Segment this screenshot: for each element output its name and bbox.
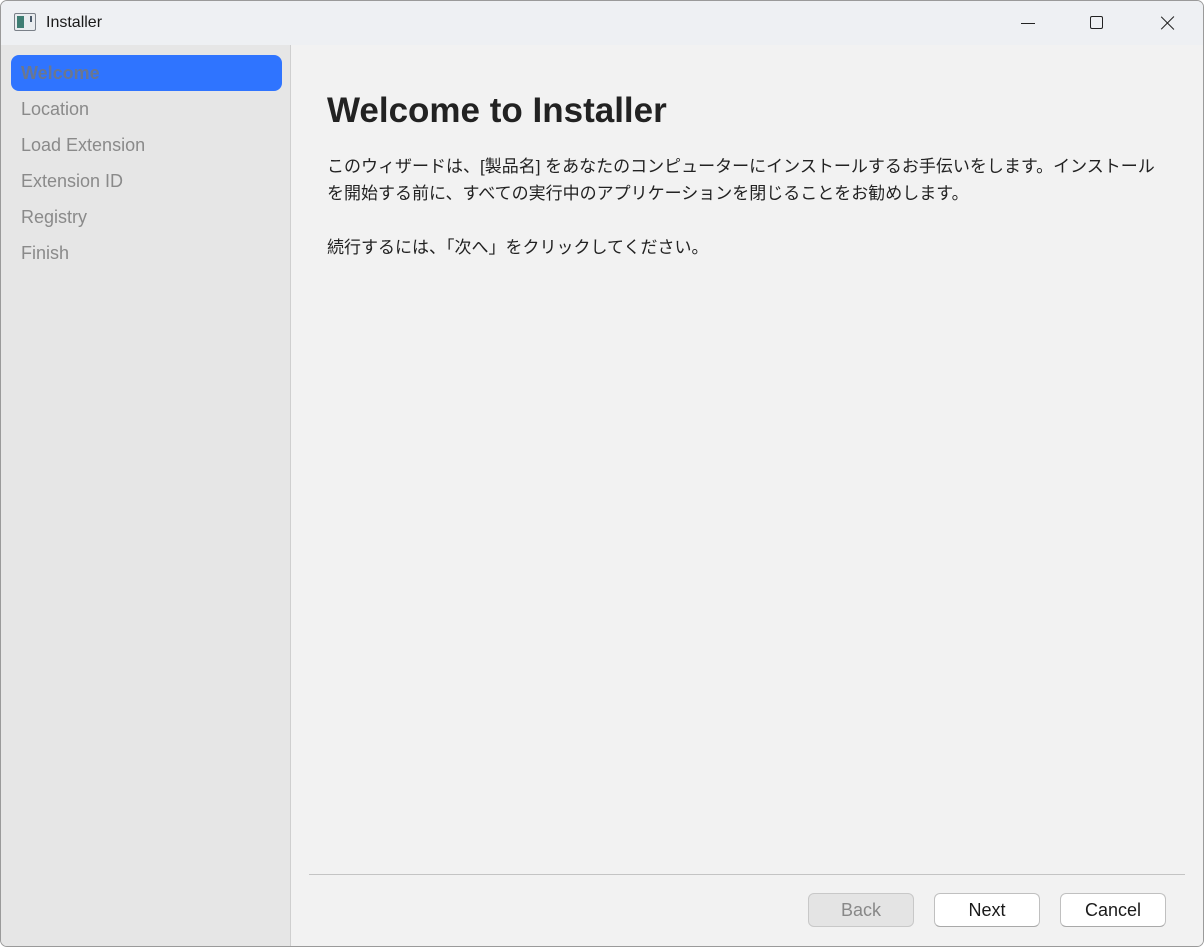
- minimize-icon: [1021, 23, 1035, 24]
- next-button[interactable]: Next: [934, 893, 1040, 927]
- maximize-button[interactable]: [1063, 1, 1133, 45]
- sidebar-item-finish[interactable]: Finish: [11, 235, 282, 271]
- minimize-button[interactable]: [993, 1, 1063, 45]
- intro-paragraph: このウィザードは、[製品名] をあなたのコンピューターにインストールするお手伝い…: [327, 157, 1155, 203]
- page-title: Welcome to Installer: [327, 91, 667, 130]
- installer-app-icon: [14, 13, 36, 31]
- maximize-icon: [1090, 16, 1103, 29]
- installer-window: Installer Welcome Location Load Extensio…: [0, 0, 1204, 947]
- window-title: Installer: [46, 14, 103, 31]
- wizard-steps-sidebar: Welcome Location Load Extension Extensio…: [1, 45, 291, 946]
- sidebar-item-welcome[interactable]: Welcome: [11, 55, 282, 91]
- title-bar[interactable]: Installer: [1, 1, 1203, 45]
- sidebar-item-load-extension[interactable]: Load Extension: [11, 127, 282, 163]
- sidebar-item-location[interactable]: Location: [11, 91, 282, 127]
- sidebar-item-extension-id[interactable]: Extension ID: [11, 163, 282, 199]
- footer-divider: [309, 874, 1185, 875]
- continue-instruction: 続行するには、「次へ」をクリックしてください。: [327, 238, 709, 257]
- wizard-page-content: Welcome to Installer このウィザードは、[製品名] をあなた…: [291, 45, 1203, 946]
- cancel-button[interactable]: Cancel: [1060, 893, 1166, 927]
- back-button[interactable]: Back: [808, 893, 914, 927]
- close-icon: [1160, 15, 1176, 31]
- sidebar-item-registry[interactable]: Registry: [11, 199, 282, 235]
- close-button[interactable]: [1133, 1, 1203, 45]
